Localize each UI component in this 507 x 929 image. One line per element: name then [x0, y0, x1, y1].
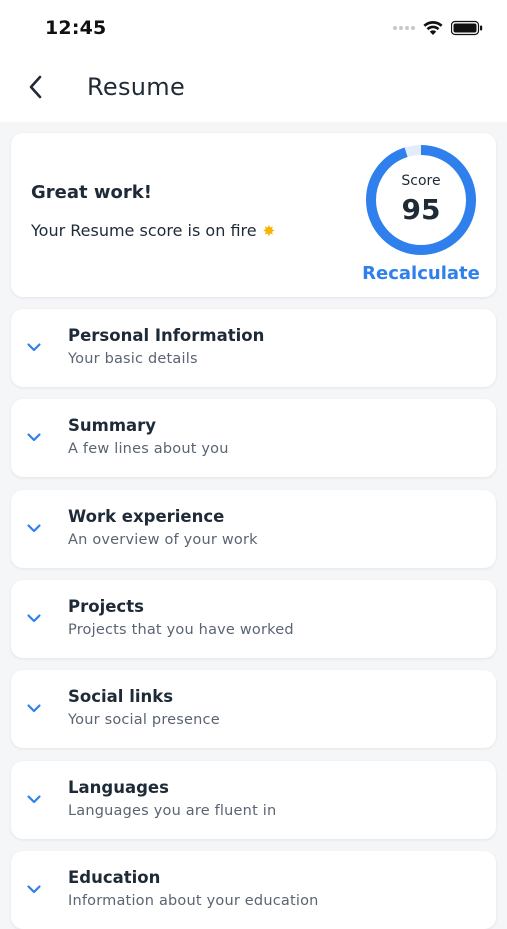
chevron-down-icon — [25, 790, 43, 808]
score-ring: Score 95 — [364, 143, 478, 257]
back-button[interactable] — [20, 73, 52, 105]
section-subtitle: Your social presence — [68, 712, 220, 728]
recalculate-button[interactable]: Recalculate — [361, 263, 481, 284]
section-title: Languages — [68, 778, 169, 797]
score-label: Score — [401, 173, 441, 189]
chevron-down-icon — [25, 609, 43, 627]
status-bar: 12:45 — [0, 0, 507, 56]
status-time: 12:45 — [45, 17, 107, 39]
chevron-down-icon — [25, 880, 43, 898]
section-card[interactable]: Education Information about your educatio… — [11, 851, 496, 929]
chevron-down-icon — [25, 428, 43, 446]
section-subtitle: Languages you are fluent in — [68, 803, 277, 819]
chevron-down-icon — [25, 699, 43, 717]
section-card[interactable]: Social links Your social presence — [11, 670, 496, 748]
section-subtitle: A few lines about you — [68, 441, 229, 457]
section-title: Summary — [68, 416, 157, 435]
battery-icon — [451, 20, 483, 36]
section-title: Education — [68, 868, 161, 887]
score-heading: Great work! — [31, 182, 152, 203]
section-card[interactable]: Personal Information Your basic details — [11, 309, 496, 387]
chevron-down-icon — [25, 519, 43, 537]
app-header: Resume — [0, 56, 507, 122]
section-subtitle: Projects that you have worked — [68, 622, 294, 638]
wifi-icon — [423, 20, 443, 36]
section-card[interactable]: Work experience An overview of your work — [11, 490, 496, 568]
section-card[interactable]: Languages Languages you are fluent in — [11, 761, 496, 839]
score-message-text: Your Resume score is on fire — [31, 221, 257, 240]
section-card[interactable]: Projects Projects that you have worked — [11, 580, 496, 658]
status-icons — [393, 19, 483, 37]
score-card: Great work! Your Resume score is on fire… — [11, 133, 496, 297]
section-title: Social links — [68, 687, 174, 706]
section-subtitle: Your basic details — [68, 351, 198, 367]
section-card[interactable]: Summary A few lines about you — [11, 399, 496, 477]
section-title: Projects — [68, 597, 144, 616]
chevron-down-icon — [25, 338, 43, 356]
section-title: Personal Information — [68, 326, 265, 345]
sparkle-icon: ✸ — [262, 221, 276, 240]
cellular-signal-icon — [393, 26, 415, 30]
section-subtitle: Information about your education — [68, 893, 319, 909]
page-title: Resume — [87, 73, 186, 101]
score-value: 95 — [401, 193, 441, 226]
section-subtitle: An overview of your work — [68, 532, 258, 548]
score-message: Your Resume score is on fire ✸ — [31, 221, 275, 240]
chevron-left-icon — [27, 74, 45, 104]
section-title: Work experience — [68, 507, 225, 526]
